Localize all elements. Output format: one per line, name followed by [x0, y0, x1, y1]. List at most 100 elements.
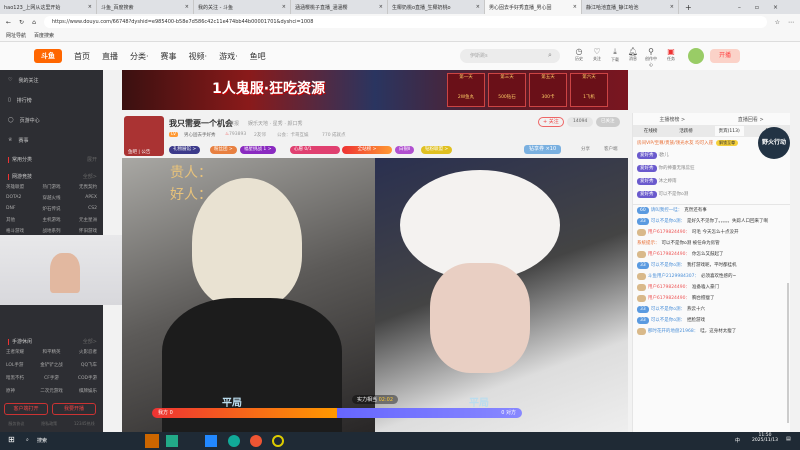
ad-banner[interactable]: 1人鬼服·狂吃资源 第一天 2W鱼丸 第三天 500钻石 第五天 300卡 第六天 1飞…	[122, 70, 628, 110]
nav-yuba[interactable]: 鱼吧	[250, 51, 266, 62]
footer-link[interactable]: 12345热线	[74, 421, 95, 427]
vip-name[interactable]: i欧儿	[659, 152, 669, 159]
messages-button[interactable]: 🔔︎ 消息	[626, 47, 640, 62]
sidebar-game-link[interactable]: DOTA2	[6, 195, 36, 201]
sidebar-game-link[interactable]: 王者荣耀	[6, 349, 36, 355]
close-icon[interactable]: ×	[282, 4, 286, 10]
nav-category[interactable]: 分类·	[130, 51, 149, 62]
sidebar-game-link[interactable]: LOL手游	[6, 362, 36, 368]
bookmark-baidu[interactable]: 百度搜索	[34, 32, 54, 39]
chat-username[interactable]: 用户6179824490：	[648, 284, 690, 291]
sidebar-game-link[interactable]: CF手游	[36, 375, 66, 381]
search-icon[interactable]: ⌕	[26, 437, 29, 443]
client-button[interactable]: 客户端	[604, 146, 618, 152]
sidebar-game-link[interactable]: COD手游	[67, 375, 97, 381]
follow-button[interactable]: + 关注	[538, 117, 564, 127]
tab-active[interactable]: 活跃榜	[679, 128, 693, 134]
silver-badge[interactable]: 白银Ⅱ	[395, 146, 415, 154]
sidebar-item-follows[interactable]: ♡ 我的关注	[0, 70, 103, 90]
chat-username[interactable]: 请叫我控一哇：	[651, 207, 683, 214]
anchor-rank-link[interactable]: 主播榜榜 >	[659, 116, 685, 123]
replay-link[interactable]: 直播回看 >	[738, 116, 764, 123]
chat-username[interactable]: 那时花开的地盘21968：	[648, 328, 698, 335]
lucky-challenge-badge[interactable]: 福星挑战 1 >	[240, 146, 276, 154]
close-icon[interactable]: ×	[88, 4, 92, 10]
footer-link[interactable]: 隐私政策	[41, 421, 57, 427]
chat-username[interactable]: 用户6179824490：	[648, 251, 690, 258]
footer-link[interactable]: 服务协议	[8, 421, 24, 427]
browser-tab[interactable]: 我的关注 - 斗鱼 ×	[194, 0, 291, 14]
taskbar-search[interactable]: 搜索	[37, 437, 47, 444]
app-icon[interactable]	[272, 435, 284, 447]
room-tags[interactable]: 娱乐天地 · 星秀 · 颜口秀	[248, 120, 303, 127]
close-icon[interactable]: ×	[476, 4, 480, 10]
close-icon[interactable]: ×	[670, 4, 674, 10]
browser-tab[interactable]: 静江哈池直播_静江哈池 ×	[582, 0, 679, 14]
nav-video[interactable]: 视频·	[189, 51, 208, 62]
chat-username[interactable]: 可以不是你o测：	[651, 218, 685, 225]
sidebar-game-link[interactable]: 火影忍者	[67, 349, 97, 355]
close-icon[interactable]: ×	[573, 4, 577, 10]
tab-online[interactable]: 在线榜	[644, 128, 658, 134]
sidebar-game-link[interactable]: 炉石传说	[36, 206, 66, 212]
app-icon[interactable]	[145, 434, 159, 448]
vip-name[interactable]: 你的捧臺无限蕊狂	[659, 165, 695, 172]
clock[interactable]: 11:50 2025/11/13	[752, 433, 778, 443]
nav-home[interactable]: 首页	[74, 51, 90, 62]
fan-club-badge[interactable]: 粉丝团 >	[210, 146, 237, 154]
all-link[interactable]: 全部>	[83, 173, 97, 180]
sidebar-game-link[interactable]: 热门游戏	[36, 184, 66, 190]
go-live-button[interactable]: 我要开播	[52, 403, 96, 415]
history-button[interactable]: ◷ 历史	[572, 47, 586, 62]
browser-tab[interactable]: hao123_上网从这里开始 ×	[0, 0, 97, 14]
vip-name[interactable]: 可以不是你o测	[659, 191, 689, 198]
follow-button[interactable]: ♡ 关注	[590, 47, 604, 62]
unlock-button[interactable]: 解锁至尊	[716, 140, 739, 146]
sidebar-game-link[interactable]: 原神	[6, 388, 36, 394]
browser-tab[interactable]: 涵涵樱桃子直播_涵涵樱 ×	[291, 0, 388, 14]
sidebar-game-link[interactable]: 其他	[6, 217, 36, 223]
ime-indicator[interactable]: 中	[735, 437, 740, 444]
expand-link[interactable]: 展开	[87, 156, 97, 163]
home-icon[interactable]: ⌂	[32, 19, 36, 26]
extensions-icon[interactable]: ⋯	[788, 19, 794, 26]
anchor-avatar[interactable]: 鱼吧 | 公告	[124, 116, 164, 156]
sidebar-game-link[interactable]: CS2	[67, 206, 97, 212]
report-link[interactable]: 举报	[229, 120, 239, 127]
tasks-button[interactable]: ▣ 任务	[664, 47, 678, 62]
sidebar-game-link[interactable]: 二次元游戏	[36, 388, 66, 394]
windows-start-icon[interactable]: ⊞	[8, 435, 15, 444]
sidebar-game-link[interactable]: DNF	[6, 206, 36, 212]
edge-icon[interactable]	[228, 435, 240, 447]
nav-games[interactable]: 游戏·	[219, 51, 238, 62]
sidebar-game-link[interactable]: 金铲铲之战	[36, 362, 66, 368]
app-icon[interactable]	[250, 435, 262, 447]
sidebar-game-link[interactable]: 战地系列	[36, 228, 66, 234]
sidebar-game-link[interactable]: 英雄联盟	[6, 184, 36, 190]
chat-username[interactable]: 可以不是你o测：	[651, 306, 685, 313]
browser-tab[interactable]: 生椰奶桃o直播_生椰奶桃o ×	[388, 0, 485, 14]
sidebar-game-link[interactable]: 怀旧游戏	[67, 228, 97, 234]
close-icon[interactable]: ×	[185, 4, 189, 10]
user-avatar[interactable]	[688, 48, 704, 64]
search-input[interactable]: 伊斯跳s	[460, 49, 560, 63]
new-tab-icon[interactable]: +	[679, 3, 698, 12]
creator-center-button[interactable]: ⚲ 创作中心	[644, 47, 658, 68]
tab-vip[interactable]: 贵宾(113)	[714, 126, 744, 136]
search-icon[interactable]: ⌕	[548, 51, 552, 60]
window-controls[interactable]: –▫×	[738, 4, 800, 11]
back-icon[interactable]: ←	[6, 19, 11, 26]
client-open-button[interactable]: 客户端打开	[4, 403, 48, 415]
diamond-pass-button[interactable]: 钻享券 ×10	[524, 145, 562, 154]
douyu-logo[interactable]: 斗鱼	[34, 49, 62, 63]
favorite-icon[interactable]: ☆	[775, 19, 780, 26]
video-player[interactable]: 贵人： 好人： 倪总 平局 平局 实力相当 02:02 我方 0 0 对方	[122, 158, 628, 432]
share-button[interactable]: 分享	[581, 146, 590, 152]
vip-name[interactable]: 沐之婷雨	[659, 178, 677, 185]
browser-tab[interactable]: 斗鱼_百度搜索 ×	[97, 0, 194, 14]
sidebar-item-webgames[interactable]: ◯ 页游中心	[0, 110, 103, 130]
chat-scrollbar[interactable]	[787, 283, 789, 423]
chat-username[interactable]: 斗鱼用户2129984307：	[648, 273, 699, 280]
sidebar-game-link[interactable]: 暗黑不朽	[6, 375, 36, 381]
subscribed-button[interactable]: 已关注	[596, 117, 620, 127]
